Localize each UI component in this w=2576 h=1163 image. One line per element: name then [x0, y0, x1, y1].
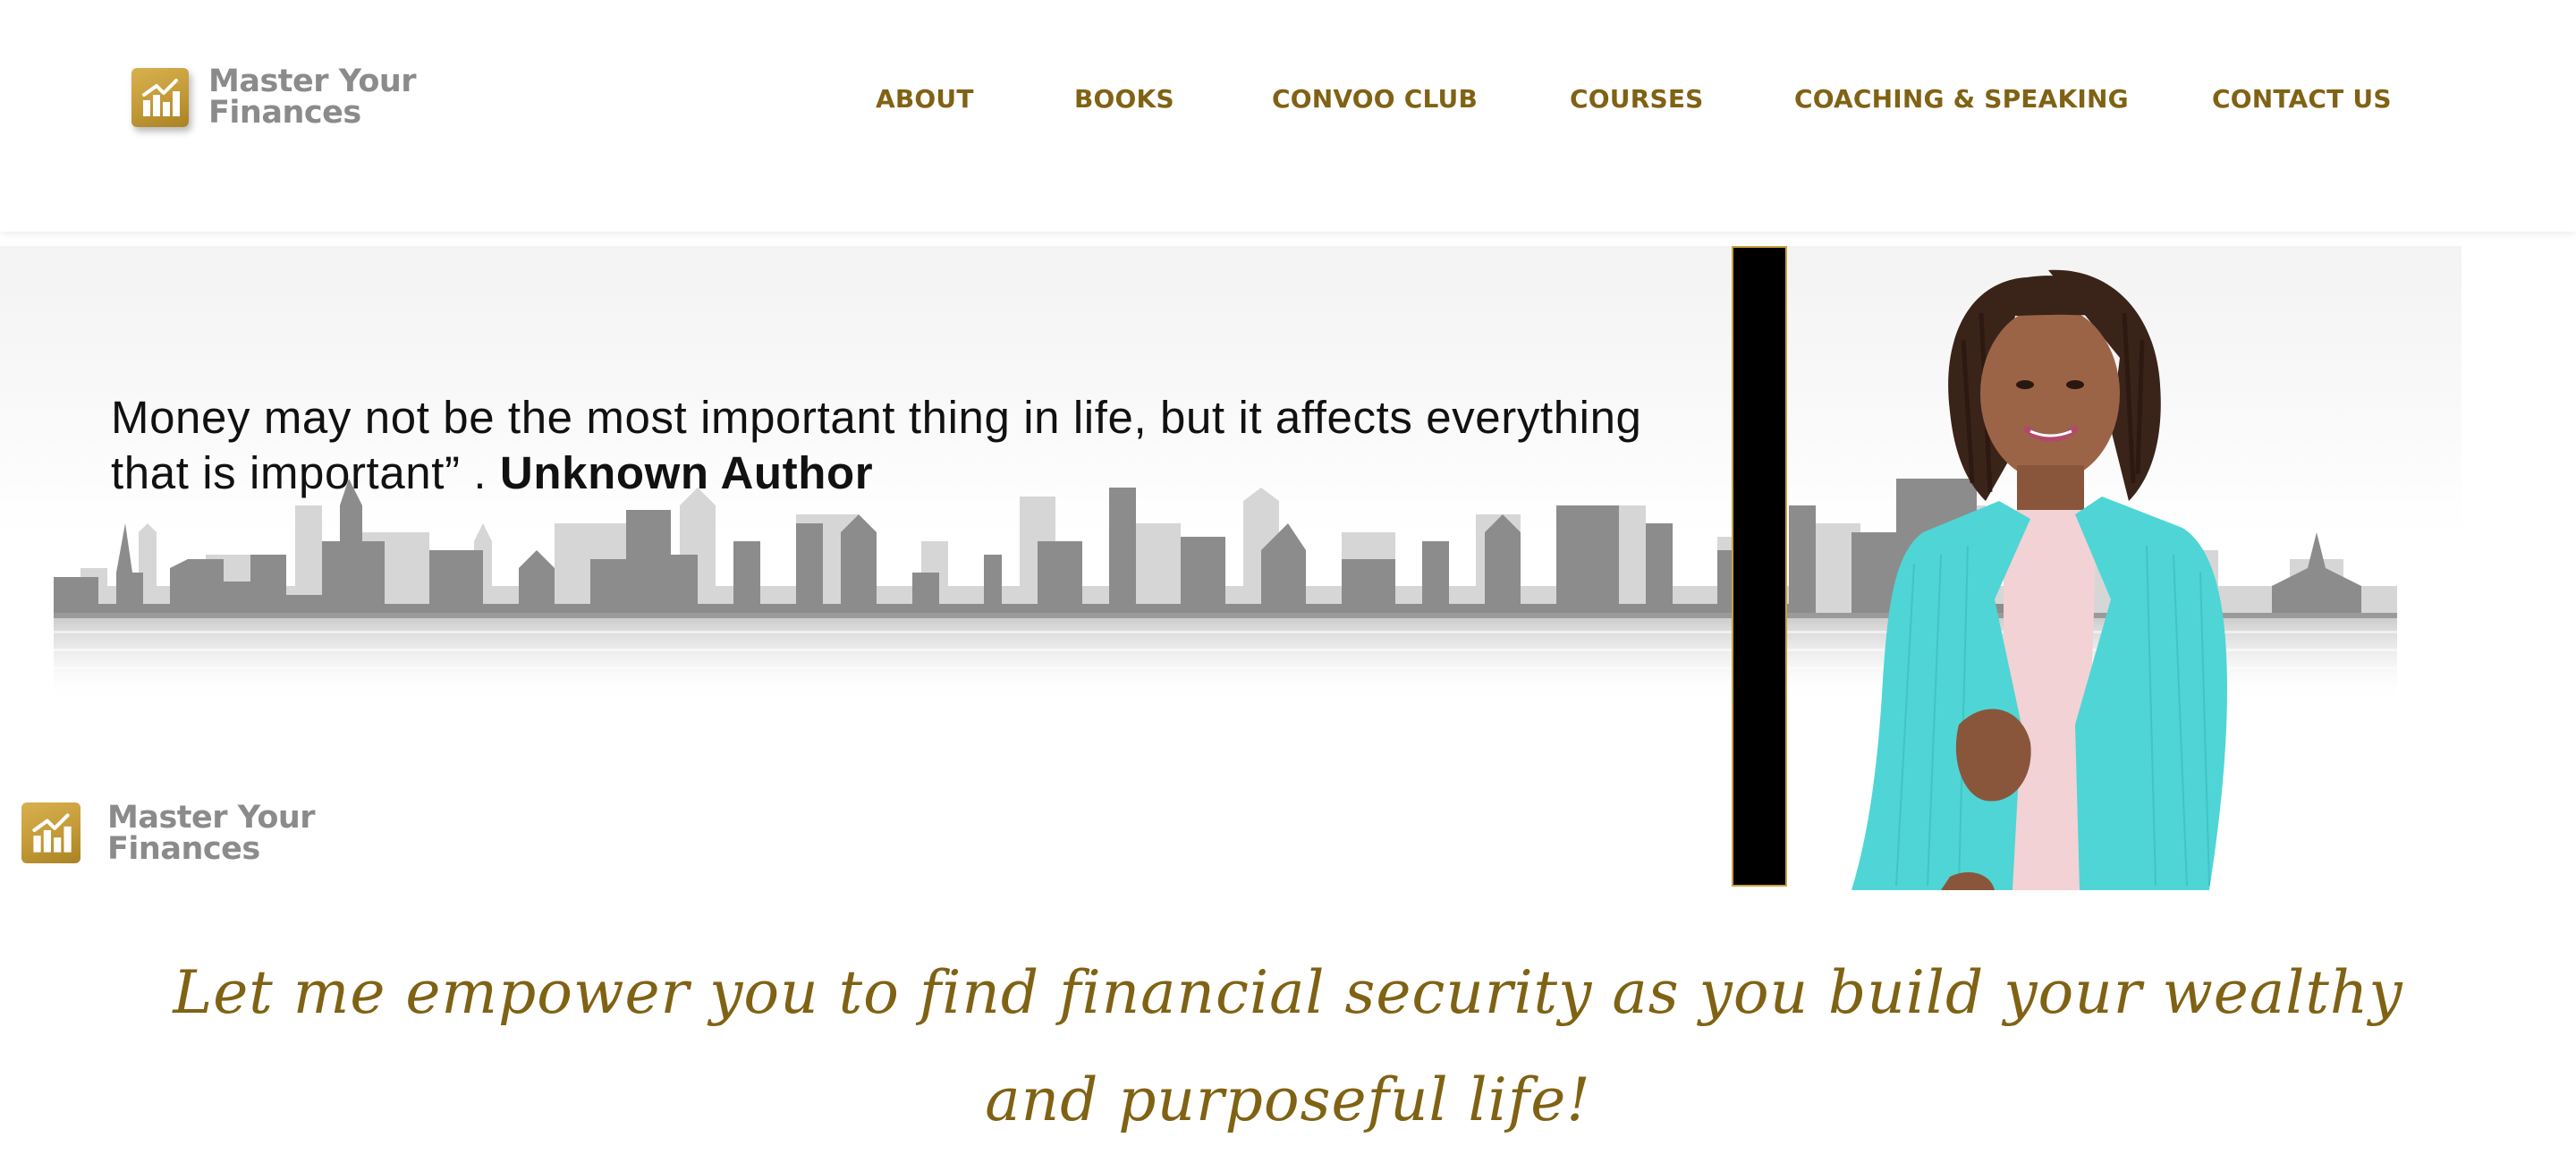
- hero-banner: Money may not be the most important thin…: [0, 246, 2462, 890]
- nav-courses[interactable]: COURSES: [1570, 82, 1704, 116]
- nav-contact-us[interactable]: CONTACT US: [2212, 82, 2392, 116]
- nav-coaching-speaking[interactable]: COACHING & SPEAKING: [1794, 82, 2129, 116]
- divider-bar: [1732, 246, 1787, 887]
- woman-portrait-image: [1852, 269, 2227, 890]
- tagline-line-2: and purposeful life!: [985, 1065, 1591, 1134]
- hero-logo-wordmark: Master Your Finances: [107, 800, 316, 867]
- hero-logo-line-2: Finances: [107, 831, 260, 867]
- nav-about[interactable]: ABOUT: [876, 82, 974, 116]
- tagline-line-1: Let me empower you to find financial sec…: [173, 958, 2403, 1027]
- hero-logo-chart-icon: [21, 802, 80, 863]
- nav-books[interactable]: BOOKS: [1074, 82, 1174, 116]
- site-header: Master Your Finances ABOUT BOOKS CONVOO …: [0, 0, 2576, 232]
- hero-tagline: Let me empower you to find financial sec…: [0, 939, 2576, 1154]
- hero-logo: Master Your Finances: [21, 801, 343, 872]
- nav-convoo-club[interactable]: CONVOO CLUB: [1272, 82, 1478, 116]
- main-nav: ABOUT BOOKS CONVOO CLUB COURSES COACHING…: [0, 82, 2576, 118]
- hero-logo-line-1: Master Your: [107, 800, 316, 836]
